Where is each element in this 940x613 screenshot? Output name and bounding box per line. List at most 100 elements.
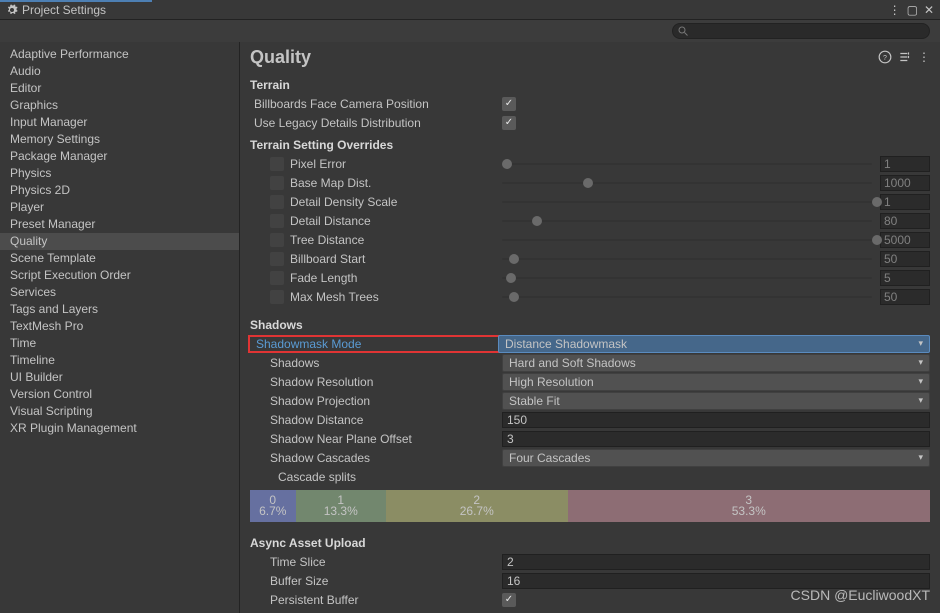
sidebar-item-textmesh-pro[interactable]: TextMesh Pro [0, 318, 239, 335]
help-icon[interactable]: ? [878, 50, 892, 64]
sidebar-item-ui-builder[interactable]: UI Builder [0, 369, 239, 386]
input-time-slice[interactable]: 2 [502, 554, 930, 570]
maximize-icon[interactable]: ▢ [907, 3, 918, 17]
dropdown-shadow-projection[interactable]: Stable Fit [502, 392, 930, 410]
checkbox-billboards-face-camera[interactable]: ✓ [502, 97, 516, 111]
value-pixel-error[interactable]: 1 [880, 156, 930, 172]
sidebar-item-memory-settings[interactable]: Memory Settings [0, 131, 239, 148]
section-terrain: Terrain [250, 78, 930, 92]
sidebar-item-script-execution-order[interactable]: Script Execution Order [0, 267, 239, 284]
section-terrain-overrides: Terrain Setting Overrides [250, 138, 930, 152]
search-input[interactable] [672, 23, 930, 39]
slider-detail-distance[interactable] [502, 214, 872, 228]
slider-base-map-dist-[interactable] [502, 176, 872, 190]
sidebar-item-version-control[interactable]: Version Control [0, 386, 239, 403]
settings-icon[interactable] [898, 50, 912, 64]
input-shadow-near-plane[interactable]: 3 [502, 431, 930, 447]
slider-detail-density-scale[interactable] [502, 195, 872, 209]
window-title: Project Settings [22, 3, 106, 17]
checkbox-use-legacy-details[interactable]: ✓ [502, 116, 516, 130]
sidebar-item-player[interactable]: Player [0, 199, 239, 216]
sidebar-item-services[interactable]: Services [0, 284, 239, 301]
close-icon[interactable]: ✕ [924, 3, 934, 17]
sidebar-item-physics[interactable]: Physics [0, 165, 239, 182]
dropdown-shadow-resolution[interactable]: High Resolution [502, 373, 930, 391]
main-panel: Quality ? ⋮ Terrain Billboards Face Came… [240, 42, 940, 613]
checkbox-override-max-mesh-trees[interactable] [270, 290, 284, 304]
label-base-map-dist-: Base Map Dist. [290, 176, 371, 190]
value-detail-density-scale[interactable]: 1 [880, 194, 930, 210]
input-buffer-size[interactable]: 16 [502, 573, 930, 589]
label-tree-distance: Tree Distance [290, 233, 364, 247]
label-billboard-start: Billboard Start [290, 252, 365, 266]
slider-fade-length[interactable] [502, 271, 872, 285]
label-detail-density-scale: Detail Density Scale [290, 195, 397, 209]
page-title: Quality [250, 47, 311, 68]
checkbox-override-billboard-start[interactable] [270, 252, 284, 266]
slider-max-mesh-trees[interactable] [502, 290, 872, 304]
sidebar-item-visual-scripting[interactable]: Visual Scripting [0, 403, 239, 420]
sidebar-item-physics-2d[interactable]: Physics 2D [0, 182, 239, 199]
sidebar-item-tags-and-layers[interactable]: Tags and Layers [0, 301, 239, 318]
input-shadow-distance[interactable]: 150 [502, 412, 930, 428]
sidebar-item-scene-template[interactable]: Scene Template [0, 250, 239, 267]
dropdown-shadow-cascades[interactable]: Four Cascades [502, 449, 930, 467]
override-billboard-start: Billboard Start [250, 252, 502, 266]
value-fade-length[interactable]: 5 [880, 270, 930, 286]
label-shadow-resolution: Shadow Resolution [250, 375, 502, 389]
override-tree-distance: Tree Distance [250, 233, 502, 247]
sidebar-item-quality[interactable]: Quality [0, 233, 239, 250]
more-icon[interactable]: ⋮ [889, 3, 901, 17]
dropdown-shadows[interactable]: Hard and Soft Shadows [502, 354, 930, 372]
slider-pixel-error[interactable] [502, 157, 872, 171]
cascade-splits-bar[interactable]: 06.7% 113.3% 226.7% 353.3% [250, 490, 930, 522]
slider-billboard-start[interactable] [502, 252, 872, 266]
search-icon [677, 25, 689, 37]
label-fade-length: Fade Length [290, 271, 357, 285]
checkbox-override-tree-distance[interactable] [270, 233, 284, 247]
sidebar-item-editor[interactable]: Editor [0, 80, 239, 97]
checkbox-override-detail-density-scale[interactable] [270, 195, 284, 209]
label-shadow-cascades: Shadow Cascades [250, 451, 502, 465]
window-titlebar: Project Settings ⋮ ▢ ✕ [0, 0, 940, 20]
checkbox-override-pixel-error[interactable] [270, 157, 284, 171]
label-detail-distance: Detail Distance [290, 214, 371, 228]
override-fade-length: Fade Length [250, 271, 502, 285]
label-shadow-projection: Shadow Projection [250, 394, 502, 408]
gear-icon [6, 4, 18, 16]
value-detail-distance[interactable]: 80 [880, 213, 930, 229]
label-shadow-distance: Shadow Distance [250, 413, 502, 427]
sidebar-item-preset-manager[interactable]: Preset Manager [0, 216, 239, 233]
override-detail-distance: Detail Distance [250, 214, 502, 228]
sidebar-item-time[interactable]: Time [0, 335, 239, 352]
label-shadow-near-plane: Shadow Near Plane Offset [250, 432, 502, 446]
sidebar-item-timeline[interactable]: Timeline [0, 352, 239, 369]
value-base-map-dist-[interactable]: 1000 [880, 175, 930, 191]
label-persistent-buffer: Persistent Buffer [250, 593, 502, 607]
section-shadows: Shadows [250, 318, 930, 332]
sidebar-item-package-manager[interactable]: Package Manager [0, 148, 239, 165]
label-use-legacy-details: Use Legacy Details Distribution [250, 116, 502, 130]
override-detail-density-scale: Detail Density Scale [250, 195, 502, 209]
sidebar-item-graphics[interactable]: Graphics [0, 97, 239, 114]
sidebar-item-adaptive-performance[interactable]: Adaptive Performance [0, 46, 239, 63]
sidebar-item-xr-plugin-management[interactable]: XR Plugin Management [0, 420, 239, 437]
svg-text:?: ? [883, 55, 887, 62]
label-max-mesh-trees: Max Mesh Trees [290, 290, 379, 304]
checkbox-override-detail-distance[interactable] [270, 214, 284, 228]
checkbox-override-fade-length[interactable] [270, 271, 284, 285]
checkbox-persistent-buffer[interactable]: ✓ [502, 593, 516, 607]
tab-accent [0, 0, 152, 2]
dropdown-shadowmask-mode[interactable]: Distance Shadowmask [498, 335, 930, 353]
checkbox-override-base-map-dist-[interactable] [270, 176, 284, 190]
value-tree-distance[interactable]: 5000 [880, 232, 930, 248]
value-billboard-start[interactable]: 50 [880, 251, 930, 267]
label-shadowmask-mode: Shadowmask Mode [248, 335, 500, 353]
slider-tree-distance[interactable] [502, 233, 872, 247]
more-icon[interactable]: ⋮ [918, 50, 930, 64]
value-max-mesh-trees[interactable]: 50 [880, 289, 930, 305]
sidebar-item-audio[interactable]: Audio [0, 63, 239, 80]
section-async-upload: Async Asset Upload [250, 536, 930, 550]
label-pixel-error: Pixel Error [290, 157, 346, 171]
sidebar-item-input-manager[interactable]: Input Manager [0, 114, 239, 131]
